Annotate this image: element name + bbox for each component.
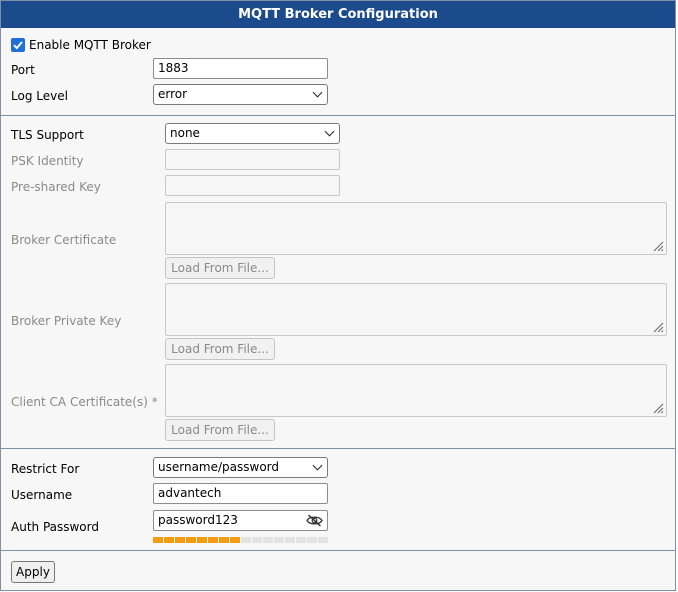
- client-ca-textarea[interactable]: [165, 364, 667, 417]
- tls-support-select[interactable]: none: [165, 123, 340, 144]
- strength-segment: [153, 537, 163, 543]
- resize-grip-icon[interactable]: [651, 401, 664, 414]
- username-input[interactable]: advantech: [153, 483, 328, 504]
- password-strength-meter: [153, 537, 328, 543]
- strength-segment: [263, 537, 273, 543]
- strength-segment: [296, 537, 306, 543]
- strength-segment: [164, 537, 174, 543]
- strength-segment: [285, 537, 295, 543]
- strength-segment: [197, 537, 207, 543]
- chevron-down-icon: [324, 126, 335, 137]
- log-level-value: error: [158, 87, 188, 101]
- client-ca-load-button[interactable]: Load From File...: [165, 419, 275, 441]
- psk-identity-input[interactable]: [165, 149, 340, 170]
- strength-segment: [186, 537, 196, 543]
- strength-segment: [219, 537, 229, 543]
- log-level-label: Log Level: [11, 89, 68, 103]
- username-label: Username: [11, 488, 73, 502]
- restrict-for-value: username/password: [158, 460, 280, 474]
- mqtt-config-panel: MQTT Broker Configuration Enable MQTT Br…: [0, 0, 676, 591]
- strength-segment: [208, 537, 218, 543]
- broker-cert-textarea[interactable]: [165, 202, 667, 255]
- section-divider: [1, 448, 675, 449]
- broker-cert-load-button[interactable]: Load From File...: [165, 257, 275, 279]
- broker-key-textarea[interactable]: [165, 283, 667, 336]
- auth-password-label: Auth Password: [11, 520, 99, 534]
- resize-grip-icon[interactable]: [651, 239, 664, 252]
- client-ca-label: Client CA Certificate(s) *: [11, 395, 158, 409]
- chevron-down-icon: [312, 460, 323, 471]
- tls-support-value: none: [170, 126, 200, 140]
- strength-segment: [318, 537, 328, 543]
- apply-button[interactable]: Apply: [11, 561, 55, 583]
- strength-segment: [252, 537, 262, 543]
- port-label: Port: [11, 63, 35, 77]
- broker-cert-label: Broker Certificate: [11, 233, 117, 247]
- eye-slash-icon[interactable]: [306, 514, 323, 527]
- auth-password-value: password123: [158, 513, 238, 527]
- enable-broker-label[interactable]: Enable MQTT Broker: [29, 37, 151, 53]
- chevron-down-icon: [312, 87, 323, 98]
- restrict-for-select[interactable]: username/password: [153, 457, 328, 478]
- strength-segment: [230, 537, 240, 543]
- strength-segment: [274, 537, 284, 543]
- enable-broker-checkbox[interactable]: [11, 38, 25, 52]
- broker-key-load-button[interactable]: Load From File...: [165, 338, 275, 360]
- psk-identity-label: PSK Identity: [11, 154, 84, 168]
- auth-password-input[interactable]: password123: [153, 510, 328, 531]
- log-level-select[interactable]: error: [153, 84, 328, 105]
- restrict-for-label: Restrict For: [11, 462, 80, 476]
- psk-label: Pre-shared Key: [11, 180, 101, 194]
- broker-key-label: Broker Private Key: [11, 314, 122, 328]
- section-divider: [1, 550, 675, 551]
- port-input[interactable]: 1883: [153, 58, 328, 79]
- strength-segment: [307, 537, 317, 543]
- tls-support-label: TLS Support: [11, 128, 84, 142]
- panel-title: MQTT Broker Configuration: [1, 1, 675, 28]
- section-divider: [1, 115, 675, 116]
- psk-input[interactable]: [165, 175, 340, 196]
- resize-grip-icon[interactable]: [651, 320, 664, 333]
- strength-segment: [175, 537, 185, 543]
- strength-segment: [241, 537, 251, 543]
